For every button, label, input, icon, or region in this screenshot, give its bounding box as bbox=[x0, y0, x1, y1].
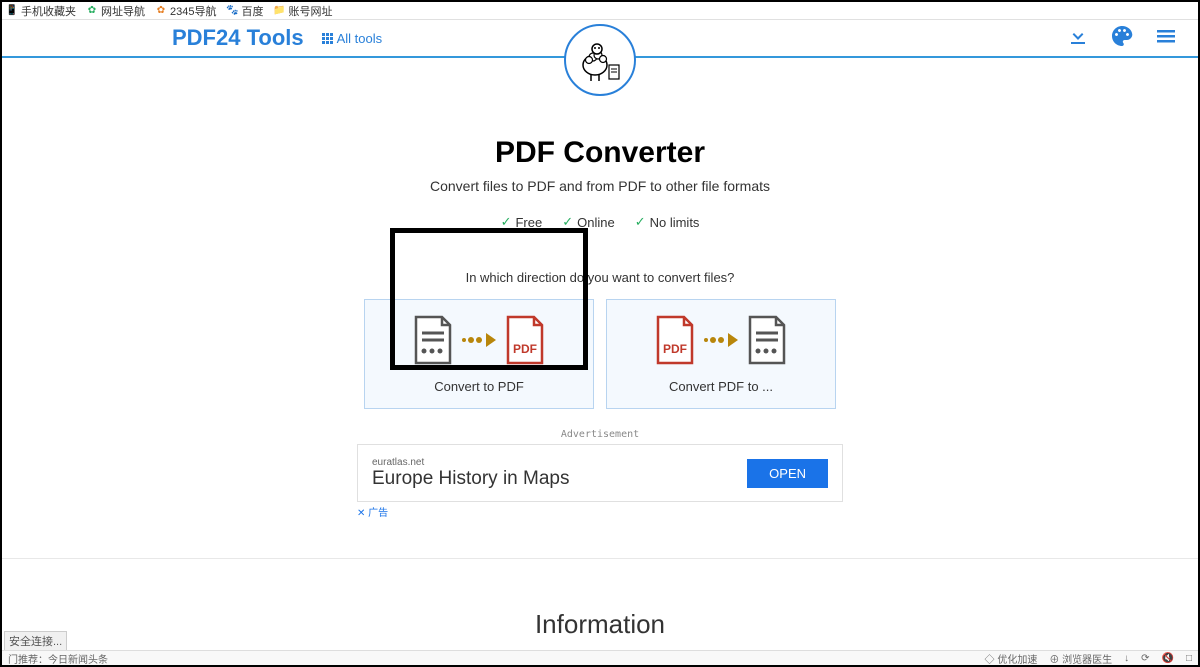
option-icons: PDF bbox=[654, 315, 788, 365]
status-bar: 安全连接... bbox=[4, 631, 67, 651]
direction-question: In which direction do you want to conver… bbox=[2, 270, 1198, 285]
generic-doc-icon bbox=[412, 315, 454, 365]
bottom-recommend[interactable]: 门推荐：今日新闻头条 bbox=[8, 651, 108, 666]
arrow-icon bbox=[462, 333, 496, 347]
bookmark-item[interactable]: ✿网址导航 bbox=[86, 3, 145, 19]
download-icon[interactable] bbox=[1066, 24, 1090, 53]
nav-icon: ✿ bbox=[86, 5, 98, 17]
main-content: PDF Converter Convert files to PDF and f… bbox=[2, 58, 1198, 640]
sheep-logo-icon bbox=[575, 35, 625, 85]
info-title: Information bbox=[2, 609, 1198, 640]
download-mgr-icon[interactable]: ↓ bbox=[1124, 653, 1129, 664]
grid-icon bbox=[322, 33, 333, 44]
folder-icon: 📁 bbox=[273, 5, 285, 17]
check-icon: ✓ bbox=[635, 214, 646, 230]
all-tools-link[interactable]: All tools bbox=[322, 31, 383, 46]
bookmarks-bar: 📱手机收藏夹 ✿网址导航 ✿2345导航 🐾百度 📁账号网址 bbox=[2, 2, 1198, 20]
mute-icon[interactable]: 🔇 bbox=[1162, 653, 1174, 664]
brand-logo[interactable]: PDF24 Tools bbox=[172, 25, 304, 51]
ad-domain: euratlas.net bbox=[372, 457, 569, 468]
option-icons: PDF bbox=[412, 315, 546, 365]
page-subtitle: Convert files to PDF and from PDF to oth… bbox=[2, 178, 1198, 194]
header-left: PDF24 Tools All tools bbox=[172, 25, 382, 51]
option-label: Convert to PDF bbox=[434, 379, 524, 394]
check-icon: ✓ bbox=[501, 214, 512, 230]
bookmark-item[interactable]: 🐾百度 bbox=[226, 3, 263, 19]
page-title: PDF Converter bbox=[2, 136, 1198, 170]
menu-icon[interactable] bbox=[1154, 24, 1178, 53]
convert-from-pdf-card[interactable]: PDF Convert PDF to ... bbox=[606, 299, 836, 409]
ad-open-button[interactable]: OPEN bbox=[747, 459, 828, 488]
info-section: Information bbox=[2, 558, 1198, 640]
refresh-icon[interactable]: ⟳ bbox=[1141, 653, 1149, 664]
check-icon: ✓ bbox=[562, 214, 573, 230]
feature-online: ✓Online bbox=[562, 214, 614, 230]
palette-icon[interactable] bbox=[1110, 24, 1134, 53]
nav-icon: ✿ bbox=[155, 5, 167, 17]
pdf-doc-icon: PDF bbox=[654, 315, 696, 365]
feature-free: ✓Free bbox=[501, 214, 543, 230]
browser-bottom-bar: 门推荐：今日新闻头条 ◇ 优化加速 ⊕ 浏览器医生 ↓ ⟳ 🔇 □ bbox=[2, 650, 1198, 665]
convert-to-pdf-card[interactable]: PDF Convert to PDF bbox=[364, 299, 594, 409]
feature-nolimits: ✓No limits bbox=[635, 214, 700, 230]
ad-label: Advertisement bbox=[2, 429, 1198, 440]
features-list: ✓Free ✓Online ✓No limits bbox=[2, 214, 1198, 230]
phone-icon: 📱 bbox=[6, 5, 18, 17]
ad-title: Europe History in Maps bbox=[372, 468, 569, 490]
ad-close-link[interactable]: ✕ 广告 bbox=[357, 504, 388, 519]
baidu-icon: 🐾 bbox=[226, 5, 238, 17]
logo-circle[interactable] bbox=[564, 24, 636, 96]
pdf-doc-icon: PDF bbox=[504, 315, 546, 365]
optimize-link[interactable]: ◇ 优化加速 bbox=[985, 651, 1038, 666]
header-right bbox=[1066, 24, 1178, 53]
svg-text:PDF: PDF bbox=[663, 342, 687, 356]
ad-banner[interactable]: euratlas.net Europe History in Maps OPEN bbox=[357, 444, 843, 502]
bookmark-item[interactable]: 📁账号网址 bbox=[273, 3, 332, 19]
bookmark-item[interactable]: 📱手机收藏夹 bbox=[6, 3, 76, 19]
option-label: Convert PDF to ... bbox=[669, 379, 773, 394]
svg-text:PDF: PDF bbox=[513, 342, 537, 356]
conversion-options: PDF Convert to PDF PDF Convert PDF to ..… bbox=[2, 299, 1198, 409]
bottom-right-icons: ◇ 优化加速 ⊕ 浏览器医生 ↓ ⟳ 🔇 □ bbox=[985, 651, 1192, 666]
ad-text: euratlas.net Europe History in Maps bbox=[372, 457, 569, 490]
arrow-icon bbox=[704, 333, 738, 347]
doctor-link[interactable]: ⊕ 浏览器医生 bbox=[1049, 651, 1112, 666]
expand-icon[interactable]: □ bbox=[1186, 653, 1192, 664]
generic-doc-icon bbox=[746, 315, 788, 365]
bookmark-item[interactable]: ✿2345导航 bbox=[155, 3, 216, 19]
